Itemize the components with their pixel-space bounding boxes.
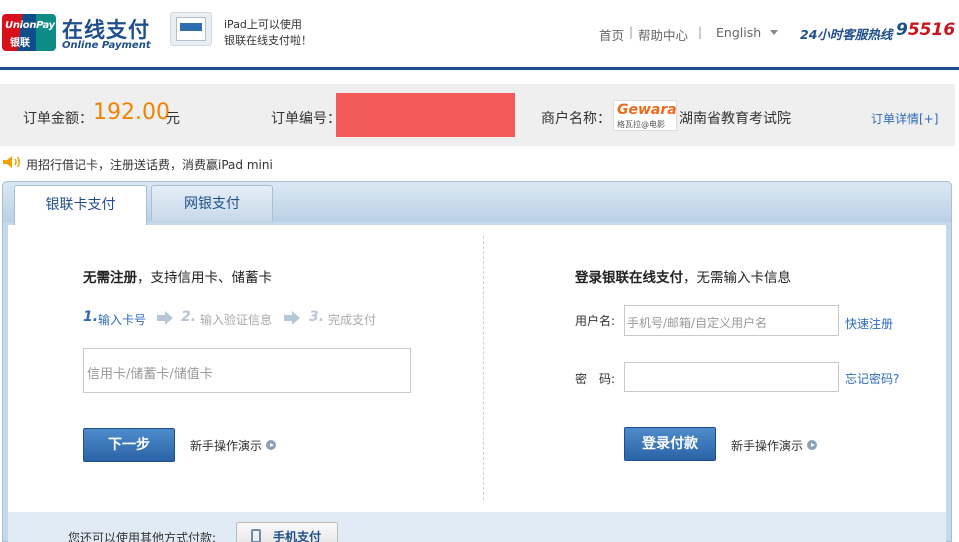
username-label: 用户名: — [575, 314, 616, 328]
username-input[interactable]: 手机号/邮箱/自定义用户名 — [624, 305, 839, 336]
password-input[interactable] — [624, 362, 839, 392]
ipad-promo-image — [170, 12, 212, 46]
step-1-number: 1. — [83, 309, 99, 325]
chevron-down-icon[interactable] — [770, 30, 778, 35]
column-divider — [483, 236, 484, 500]
password-label: 密 码: — [575, 372, 616, 386]
logo-text-cn: 银联 — [10, 38, 30, 49]
unionpay-logo[interactable]: UnionPay 银联 — [2, 14, 56, 51]
order-detail-link[interactable]: 订单详情[+] — [871, 110, 938, 127]
tab-unionpay-card[interactable]: 银联卡支付 — [14, 185, 147, 226]
next-step-button[interactable]: 下一步 — [83, 428, 175, 462]
quick-register-link[interactable]: 快速注册 — [845, 315, 893, 332]
promo-notice[interactable]: 用招行借记卡，注册送话费，消费赢iPad mini — [26, 156, 273, 173]
payment-page: UnionPay 银联 在线支付 Online Payment iPad上可以使… — [0, 0, 959, 542]
amount-unit: 元 — [166, 111, 180, 127]
tab-online-banking[interactable]: 网银支付 — [151, 185, 273, 221]
card-number-placeholder: 信用卡/储蓄卡/储值卡 — [87, 367, 213, 382]
nav-separator: | — [629, 25, 634, 39]
step-3-number: 3. — [309, 309, 325, 325]
order-number-redaction — [336, 93, 515, 137]
card-number-input[interactable]: 信用卡/储蓄卡/储值卡 — [83, 348, 411, 393]
logo-text-en: UnionPay — [5, 20, 55, 31]
tutorial-link[interactable]: 新手操作演示 — [190, 437, 262, 454]
tutorial-link[interactable]: 新手操作演示 — [731, 437, 803, 454]
login-pay-title: 登录银联在线支付，无需输入卡信息 — [575, 270, 791, 286]
step-3-label: 完成支付 — [328, 313, 377, 327]
nav-separator: | — [698, 25, 703, 39]
speaker-icon — [3, 156, 20, 168]
step-2-label: 输入验证信息 — [200, 313, 273, 327]
phone-icon — [251, 529, 261, 542]
amount-label: 订单金额： — [23, 111, 93, 127]
step-1-label: 输入卡号 — [98, 313, 147, 327]
hotline-label: 24小时客服热线 — [800, 27, 893, 42]
nav-help-link[interactable]: 帮助中心 — [638, 25, 688, 44]
brand-subtitle: Online Payment — [62, 40, 151, 51]
step-2-number: 2. — [181, 309, 197, 325]
header-divider — [0, 67, 959, 70]
username-placeholder: 手机号/邮箱/自定义用户名 — [627, 316, 768, 330]
card-pay-title: 无需注册，支持信用卡、储蓄卡 — [83, 270, 272, 286]
promo-line-2: 银联在线支付啦！ — [224, 34, 312, 47]
play-icon[interactable] — [807, 440, 817, 450]
merchant-logo: Gewara 格瓦拉@电影 — [613, 100, 677, 131]
merchant-label: 商户名称： — [541, 111, 611, 127]
other-methods-label: 您还可以使用其他方式付款: — [68, 531, 217, 542]
promo-line-1: iPad上可以使用 — [224, 18, 302, 31]
hotline-number: 95516 — [896, 20, 956, 40]
login-pay-button[interactable]: 登录付款 — [624, 427, 716, 461]
nav-home-link[interactable]: 首页 — [599, 25, 624, 44]
language-selector[interactable]: English — [716, 25, 761, 40]
merchant-name: 湖南省教育考试院 — [679, 111, 791, 127]
arrow-right-icon — [284, 311, 300, 325]
mobile-pay-button[interactable]: 手机支付 — [236, 522, 338, 542]
arrow-right-icon — [157, 311, 173, 325]
mobile-pay-label: 手机支付 — [273, 530, 322, 542]
play-icon[interactable] — [266, 440, 276, 450]
order-number-label: 订单编号： — [271, 111, 341, 127]
forgot-password-link[interactable]: 忘记密码? — [845, 370, 899, 387]
order-amount: 192.00 — [93, 100, 170, 125]
